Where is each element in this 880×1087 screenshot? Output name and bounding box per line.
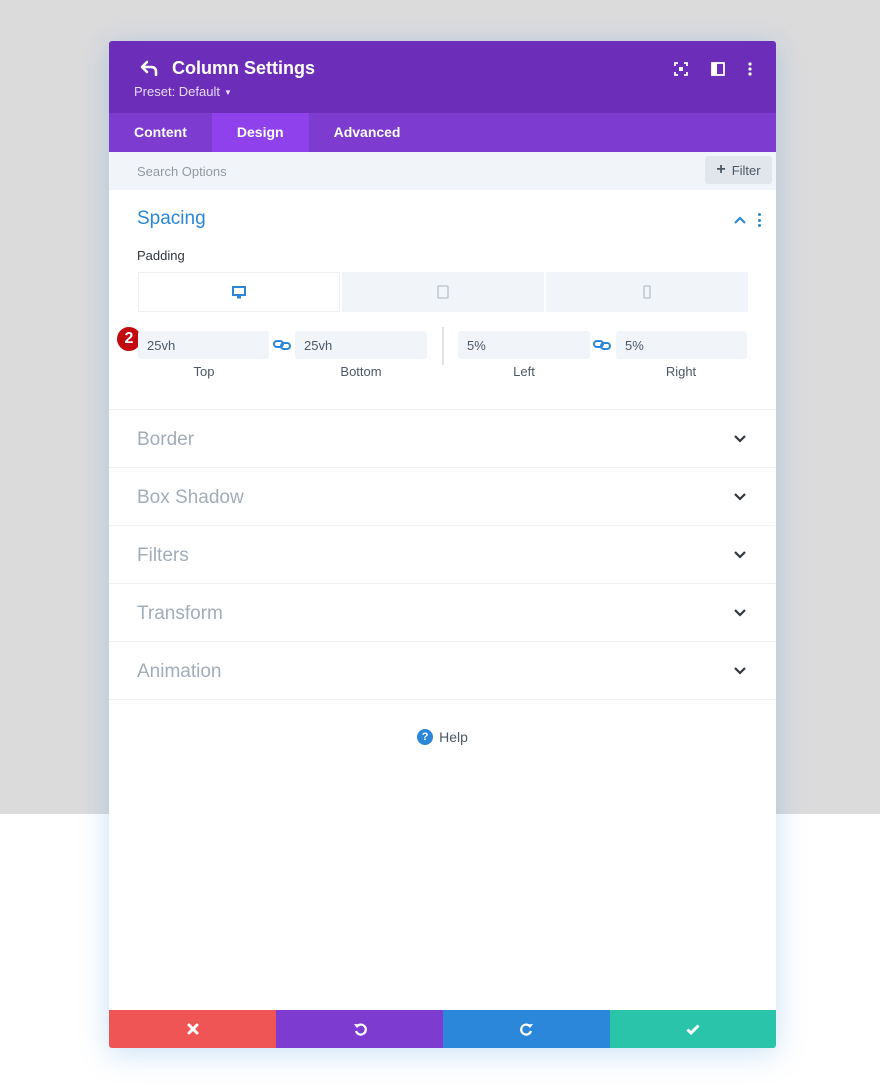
padding-left-input[interactable] [458,331,590,359]
device-tab-tablet[interactable] [342,272,544,312]
help-link[interactable]: ? Help [109,729,776,745]
save-button[interactable] [610,1010,776,1048]
tab-bar: Content Design Advanced [109,113,776,152]
tab-content[interactable]: Content [109,113,212,152]
phone-icon [643,285,651,299]
transform-section[interactable]: Transform [109,584,776,642]
spacing-options-icon[interactable] [755,212,763,228]
modal-footer [109,1010,776,1048]
undo-button[interactable] [276,1010,443,1048]
animation-title: Animation [137,661,222,682]
link-top-bottom-button[interactable] [273,338,291,352]
chevron-down-icon [733,548,747,562]
search-input[interactable] [109,152,699,190]
device-tab-phone[interactable] [546,272,748,312]
collapse-spacing-button[interactable] [733,213,747,227]
border-title: Border [137,429,195,450]
kebab-menu-icon [748,62,752,76]
help-icon: ? [417,729,434,745]
close-icon [187,1023,198,1035]
undo-icon [353,1023,367,1036]
redo-button[interactable] [443,1010,610,1048]
sidebar-layout-icon [711,62,725,76]
padding-right-label: Right [665,364,697,379]
settings-modal: Column Settings Preset: Default ▼ Content… [109,41,776,1048]
link-left-right-button[interactable] [593,338,611,352]
cancel-button[interactable] [109,1010,276,1048]
box-shadow-title: Box Shadow [137,487,244,508]
chevron-up-icon [734,216,746,224]
plus-icon: + [716,161,726,178]
filters-title: Filters [137,545,189,566]
animation-section[interactable]: Animation [109,642,776,700]
chevron-down-icon [733,664,747,678]
tablet-icon [437,285,449,299]
preset-label: Preset: Default [134,84,220,99]
back-button[interactable] [137,57,161,79]
transform-title: Transform [137,603,223,624]
padding-right-input[interactable] [616,331,747,359]
padding-bottom-input[interactable] [295,331,427,359]
more-options-button[interactable] [740,59,760,79]
chevron-down-icon [733,432,747,446]
spacing-section: Spacing Padding 2 25vh 25vh 5% 5% Top Bo… [109,190,776,410]
filters-section[interactable]: Filters [109,526,776,584]
spacing-title[interactable]: Spacing [137,208,206,230]
padding-top-input[interactable] [138,331,269,359]
redo-icon [519,1023,533,1036]
help-label: Help [439,729,468,745]
link-icon [273,340,291,350]
fullscreen-icon [674,62,688,76]
chevron-down-icon [733,490,747,504]
modal-title: Column Settings [172,58,315,78]
padding-bottom-label: Bottom [340,364,382,379]
chevron-down-icon [733,606,747,620]
filter-button[interactable]: + Filter [705,156,772,184]
checkmark-icon [686,1023,700,1035]
split-view-button[interactable] [708,59,728,79]
preset-selector[interactable]: Preset: Default ▼ [134,84,232,99]
caret-down-icon: ▼ [224,88,232,98]
padding-divider [442,327,444,365]
link-icon [593,340,611,350]
filter-label: Filter [731,162,761,178]
modal-header: Column Settings Preset: Default ▼ [109,41,776,113]
device-tab-desktop[interactable] [138,272,340,312]
tab-advanced[interactable]: Advanced [309,113,426,152]
border-section[interactable]: Border [109,410,776,468]
padding-left-label: Left [513,364,535,379]
padding-label: Padding [137,248,185,263]
search-bar: + Filter [109,152,776,190]
undo-arrow-icon [140,60,158,76]
desktop-icon [232,285,246,298]
padding-top-label: Top [193,364,215,379]
fullscreen-button[interactable] [671,59,691,79]
box-shadow-section[interactable]: Box Shadow [109,468,776,526]
tab-design[interactable]: Design [211,113,309,152]
